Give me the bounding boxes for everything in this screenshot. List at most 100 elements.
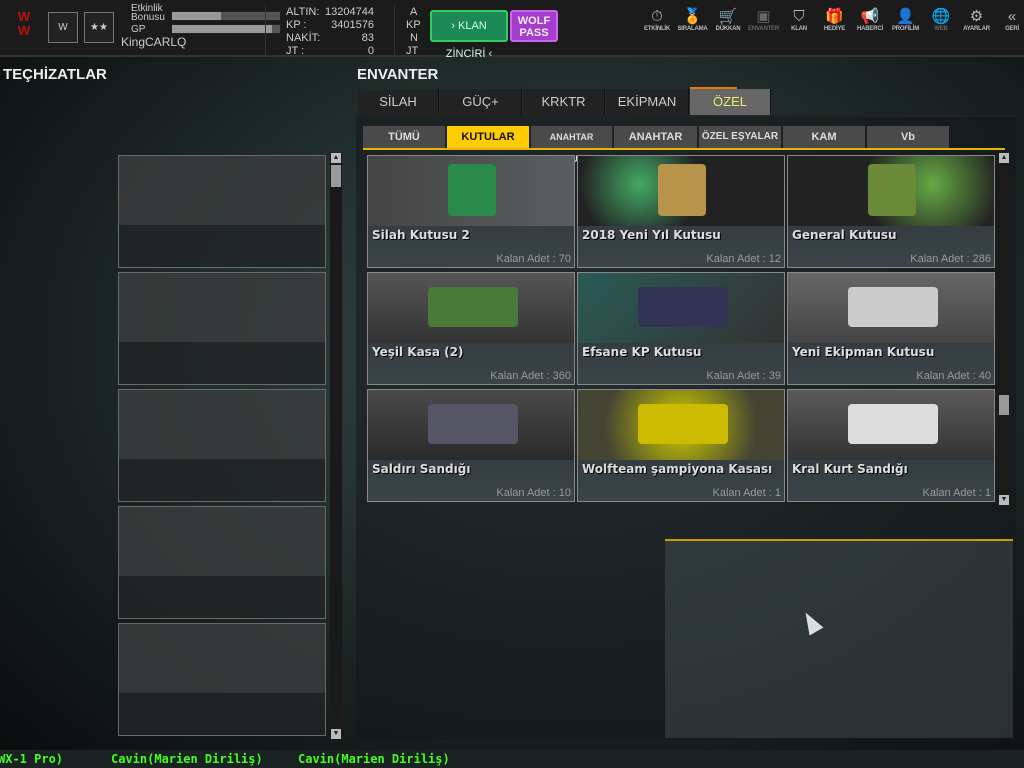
subtab-1[interactable]: KUTULAR	[447, 126, 529, 148]
kp-unit: KP	[406, 19, 421, 31]
nav-label: AYARLAR	[963, 26, 990, 32]
item-count: Kalan Adet : 40	[916, 370, 991, 382]
item-detail-panel	[665, 539, 1013, 738]
rank-stars-icon: ★★	[84, 12, 114, 43]
tab-0[interactable]: SİLAH	[358, 89, 439, 115]
tab-3[interactable]: EKİPMAN	[606, 89, 689, 115]
item-box-icon	[848, 404, 938, 444]
chat-entry: WX-1 Pro)	[0, 752, 64, 766]
item-count: Kalan Adet : 10	[496, 487, 571, 499]
scroll-thumb[interactable]	[331, 165, 341, 187]
scroll-up-icon[interactable]: ▲	[999, 153, 1009, 163]
item-name: Kral Kurt Sandığı	[792, 462, 908, 476]
item-count: Kalan Adet : 39	[706, 370, 781, 382]
item-card[interactable]: Saldırı Sandığı Kalan Adet : 10	[367, 389, 575, 502]
subtab-0[interactable]: TÜMÜ	[363, 126, 445, 148]
klan-zinciri-button[interactable]: › KLAN ZİNCİRİ ‹	[430, 10, 508, 60]
item-card[interactable]: Silah Kutusu 2 Kalan Adet : 70	[367, 155, 575, 268]
item-card[interactable]: 2018 Yeni Yıl Kutusu Kalan Adet : 12	[577, 155, 785, 268]
active-tab-indicator	[690, 87, 737, 89]
jt-unit: JT	[406, 45, 419, 57]
nav-label: HABERCİ	[857, 26, 883, 32]
nav-label: GERİ	[1005, 26, 1019, 32]
subtab-6[interactable]: Vb	[867, 126, 949, 148]
item-card[interactable]: Efsane KP Kutusu Kalan Adet : 39	[577, 272, 785, 385]
nav-web[interactable]: 🌐 WEB	[921, 8, 961, 32]
klan-icon: ⛉	[793, 8, 805, 25]
subtab-3[interactable]: ANAHTAR	[614, 126, 697, 148]
item-count: Kalan Adet : 1	[922, 487, 992, 499]
chat-entry: Cavin(Marien Diriliş)	[111, 752, 263, 766]
item-card[interactable]: Yeni Ekipman Kutusu Kalan Adet : 40	[787, 272, 995, 385]
item-count: Kalan Adet : 12	[706, 253, 781, 265]
profilim-icon: 👤	[896, 8, 915, 25]
player-name: KingCARLQ	[121, 35, 187, 49]
haberci-icon: 📢	[860, 8, 880, 25]
item-box-icon	[638, 287, 728, 327]
equipment-slot[interactable]	[118, 389, 326, 502]
tab-4[interactable]: ÖZEL	[690, 89, 771, 115]
item-count: Kalan Adet : 1	[712, 487, 782, 499]
nav-envanter[interactable]: ▣ ENVANTER	[744, 8, 784, 32]
item-name: Yeşil Kasa (2)	[372, 345, 464, 359]
nav-label: DÜKKAN	[715, 26, 741, 32]
equipment-slot[interactable]	[118, 623, 326, 736]
nav-dkkan[interactable]: 🛒 DÜKKAN	[708, 8, 748, 32]
scroll-down-icon[interactable]: ▼	[331, 729, 341, 739]
nav-etkinlik[interactable]: ⏱ ETKİNLİK	[637, 8, 677, 32]
item-count: Kalan Adet : 360	[490, 370, 571, 382]
nav-klan[interactable]: ⛉ KLAN	[779, 8, 819, 32]
item-box-icon	[428, 287, 518, 327]
nav-siralama[interactable]: 🏅 SIRALAMA	[673, 8, 713, 32]
equipment-slot[interactable]	[118, 155, 326, 268]
equipment-slot[interactable]	[118, 506, 326, 619]
nav-label: ENVANTER	[748, 26, 779, 32]
item-name: Efsane KP Kutusu	[582, 345, 702, 359]
item-name: Saldırı Sandığı	[372, 462, 471, 476]
inventory-scrollbar[interactable]: ▲ ▼	[998, 153, 1010, 505]
nav-label: HEDİYE	[823, 26, 846, 32]
tab-1[interactable]: GÜÇ+	[440, 89, 522, 115]
item-card[interactable]: General Kutusu Kalan Adet : 286	[787, 155, 995, 268]
item-card[interactable]: Yeşil Kasa (2) Kalan Adet : 360	[367, 272, 575, 385]
wolf-pass-line1: WOLF	[517, 15, 551, 27]
subtab-4[interactable]: ÖZEL EŞYALAR	[699, 126, 781, 148]
scroll-thumb[interactable]	[999, 395, 1009, 415]
nav-label: SIRALAMA	[677, 26, 708, 32]
equipment-slot[interactable]	[118, 272, 326, 385]
web-icon: 🌐	[931, 8, 951, 25]
nav-label: ETKİNLİK	[643, 26, 671, 32]
item-count: Kalan Adet : 286	[910, 253, 991, 265]
geri-icon: «	[1007, 8, 1017, 25]
jt-value: 0	[367, 45, 374, 57]
nav-hediye[interactable]: 🎁 HEDİYE	[815, 8, 855, 32]
nav-geri[interactable]: «GERİ	[992, 8, 1024, 32]
scroll-up-icon[interactable]: ▲	[331, 153, 341, 163]
subtab-5[interactable]: KAM	[783, 126, 865, 148]
mouse-cursor-icon	[798, 608, 824, 636]
item-card[interactable]: Kral Kurt Sandığı Kalan Adet : 1	[787, 389, 995, 502]
nakit-value: 83	[361, 32, 374, 44]
nav-profilim[interactable]: 👤 PROFİLİM	[886, 8, 926, 32]
equipment-scrollbar[interactable]: ▲ ▼	[330, 153, 342, 739]
envanter-icon: ▣	[756, 8, 771, 25]
hediye-icon: 🎁	[825, 8, 844, 25]
gp-label: GP	[131, 24, 146, 35]
inventory-title: ENVANTER	[357, 66, 439, 83]
item-name: Yeni Ekipman Kutusu	[792, 345, 935, 359]
nav-haberci[interactable]: 📢 HABERCİ	[850, 8, 890, 32]
nav-ayarlar[interactable]: ⚙ AYARLAR	[957, 8, 997, 32]
scroll-down-icon[interactable]: ▼	[999, 495, 1009, 505]
item-box-icon	[658, 164, 706, 216]
nakit-unit: N	[410, 32, 418, 44]
tab-2[interactable]: KRKTR	[523, 89, 605, 115]
item-card[interactable]: Wolfteam şampiyona Kasası Kalan Adet : 1	[577, 389, 785, 502]
subtab-2[interactable]: ANAHTAR KUTUSU	[531, 126, 612, 164]
dkkan-icon: 🛒	[718, 8, 738, 25]
kp-value: 3401576	[331, 19, 374, 31]
altin-value: 13204744	[325, 6, 374, 18]
altin-unit: A	[410, 6, 418, 18]
currency-panel: ALTIN: 13204744 A KP :3401576 KP NAKİT: 83 N …	[265, 5, 421, 57]
wolf-pass-button[interactable]: WOLF PASS	[510, 10, 558, 42]
item-name: Wolfteam şampiyona Kasası	[582, 462, 773, 476]
